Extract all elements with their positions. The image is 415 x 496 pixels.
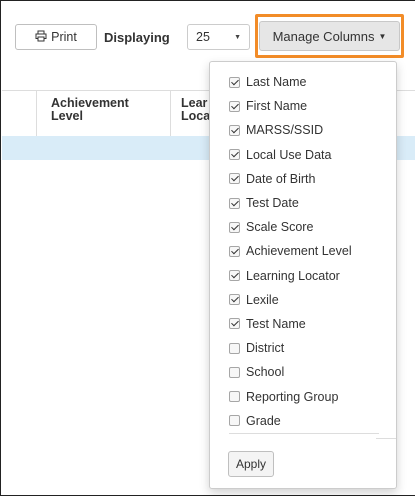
caret-down-icon: ▼: [378, 31, 387, 41]
column-checkbox[interactable]: [229, 366, 240, 378]
column-option[interactable]: Learning Locator: [210, 264, 396, 288]
column-option-label: School: [246, 365, 285, 380]
column-checkbox[interactable]: [229, 124, 240, 136]
column-option[interactable]: Scale Score: [210, 215, 396, 239]
column-option-label: Lexile: [246, 292, 279, 307]
column-option[interactable]: Lexile: [210, 288, 396, 312]
column-checkbox[interactable]: [229, 197, 240, 209]
column-checkbox[interactable]: [229, 318, 240, 330]
displaying-label: Displaying: [104, 30, 170, 45]
column-option[interactable]: Test Date: [210, 191, 396, 215]
column-option[interactable]: Date of Birth: [210, 167, 396, 191]
column-option[interactable]: Test Name: [210, 312, 396, 336]
caret-down-icon: ▼: [234, 34, 241, 41]
printer-icon: [35, 30, 47, 45]
menu-divider: [376, 438, 396, 439]
column-option[interactable]: Last Name: [210, 70, 396, 94]
apply-button-label: Apply: [235, 457, 267, 471]
column-divider: [36, 91, 37, 136]
column-option[interactable]: Grade: [210, 409, 396, 433]
column-checkbox[interactable]: [229, 245, 240, 257]
print-button[interactable]: Print: [15, 24, 97, 50]
column-option[interactable]: School: [210, 360, 396, 384]
column-option[interactable]: Reporting Group: [210, 384, 396, 408]
column-checkbox[interactable]: [229, 173, 240, 185]
manage-columns-label: Manage Columns: [272, 28, 375, 44]
app-frame: Print Displaying 25 ▼ Manage Columns ▼ A…: [0, 0, 415, 496]
manage-columns-button[interactable]: Manage Columns ▼: [259, 21, 400, 51]
column-option[interactable]: Local Use Data: [210, 143, 396, 167]
column-option-label: Local Use Data: [246, 147, 332, 162]
column-checkbox[interactable]: [229, 294, 240, 306]
column-option[interactable]: MARSS/SSID: [210, 118, 396, 142]
column-header-achievement-level[interactable]: Achievement Level: [51, 97, 129, 123]
column-option-label: Learning Locator: [246, 268, 340, 283]
column-option-label: Last Name: [246, 75, 307, 90]
manage-columns-menu: Last Name First Name MARSS/SSID Local Use D…: [209, 61, 397, 489]
column-option-label: Scale Score: [246, 220, 314, 235]
column-checkbox[interactable]: [229, 100, 240, 112]
column-option[interactable]: District: [210, 336, 396, 360]
column-option-label: Achievement Level: [246, 244, 352, 259]
column-option-label: Date of Birth: [246, 171, 316, 186]
column-option-label: Grade: [246, 413, 281, 428]
column-option-label: District: [246, 341, 285, 356]
page-size-value: 25: [196, 30, 210, 44]
menu-divider: [229, 433, 379, 434]
apply-button[interactable]: Apply: [228, 451, 274, 477]
column-header-learning-locator[interactable]: Lear Loca: [181, 97, 210, 123]
column-checkbox[interactable]: [229, 415, 240, 427]
column-option-label: Reporting Group: [246, 389, 339, 404]
print-button-label: Print: [51, 30, 77, 44]
column-checkbox[interactable]: [229, 221, 240, 233]
column-checkbox[interactable]: [229, 76, 240, 88]
column-checkbox[interactable]: [229, 270, 240, 282]
columns-list: Last Name First Name MARSS/SSID Local Use D…: [210, 70, 396, 433]
column-option-label: Test Date: [246, 196, 299, 211]
grid-toolbar: Print Displaying 25 ▼ Manage Columns ▼: [1, 1, 415, 63]
column-divider: [170, 91, 171, 136]
column-checkbox[interactable]: [229, 342, 240, 354]
column-option[interactable]: Achievement Level: [210, 239, 396, 263]
column-option-label: First Name: [246, 99, 308, 114]
column-checkbox[interactable]: [229, 391, 240, 403]
column-checkbox[interactable]: [229, 149, 240, 161]
column-option[interactable]: First Name: [210, 94, 396, 118]
column-option-label: Test Name: [246, 316, 306, 331]
page-size-select[interactable]: 25 ▼: [187, 24, 250, 50]
column-option-label: MARSS/SSID: [246, 123, 324, 138]
